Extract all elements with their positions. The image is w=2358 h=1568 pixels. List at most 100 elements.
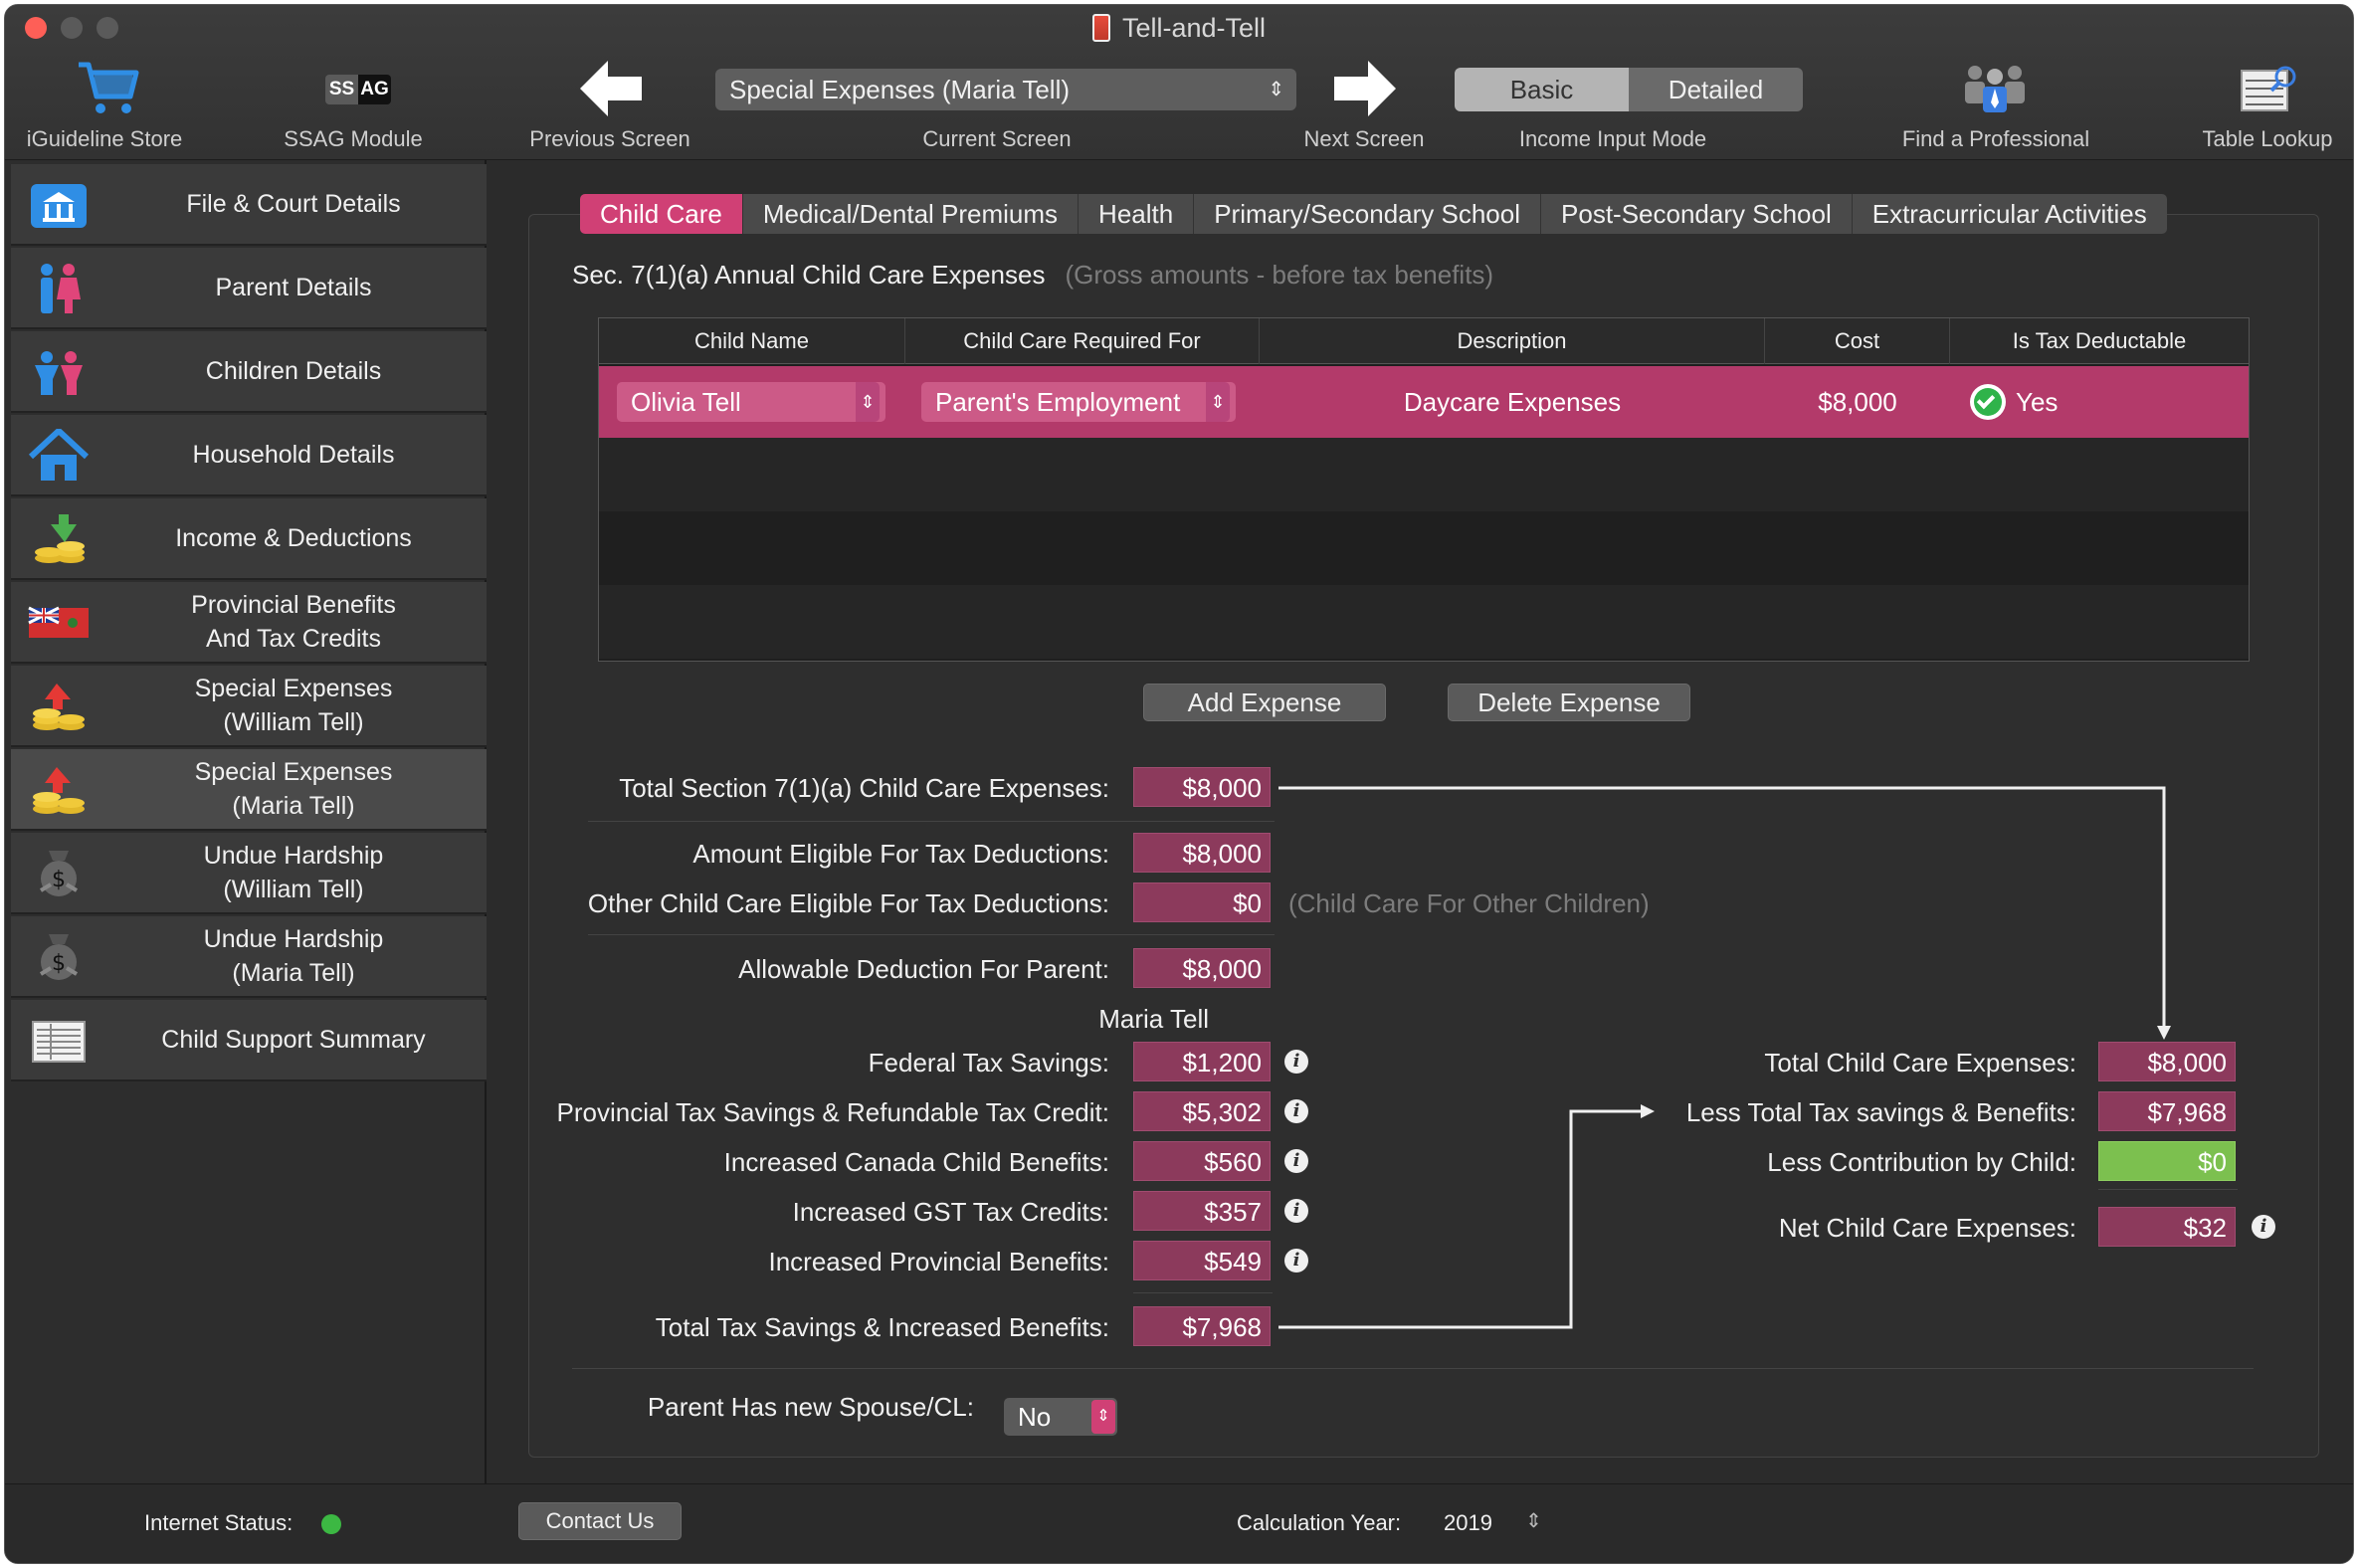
table-row[interactable]	[599, 585, 2249, 659]
other-note: (Child Care For Other Children)	[1288, 888, 1650, 918]
info-icon[interactable]: i	[1284, 1050, 1308, 1074]
sidebar-item-provincial-benefits[interactable]: Provincial Benefits And Tax Credits	[11, 582, 487, 664]
updown-chevron-icon: ⇕	[1525, 1510, 1542, 1532]
sidebar-item-household-details[interactable]: Household Details	[11, 415, 487, 496]
other-value[interactable]: $0	[1133, 882, 1271, 922]
divider	[588, 934, 1275, 935]
table-lookup-icon	[2241, 66, 2296, 111]
courthouse-icon	[31, 184, 87, 228]
section-note: (Gross amounts - before tax benefits)	[1065, 260, 1494, 290]
coins-up-arrow-icon	[33, 767, 85, 814]
sidebar-item-special-expenses-maria[interactable]: Special Expenses (Maria Tell)	[11, 749, 487, 831]
current-screen-label: Current Screen	[922, 126, 1072, 151]
check-circle-icon[interactable]	[1970, 384, 2006, 420]
ssag-icon: SS AG	[325, 75, 391, 104]
tab-health[interactable]: Health	[1079, 194, 1195, 234]
section-title: Sec. 7(1)(a) Annual Child Care Expenses(…	[572, 260, 1494, 290]
delete-expense-button[interactable]: Delete Expense	[1448, 684, 1690, 721]
app-icon	[1091, 14, 1110, 42]
sidebar-item-special-expenses-william[interactable]: Special Expenses (William Tell)	[11, 666, 487, 747]
tab-medical-dental[interactable]: Medical/Dental Premiums	[742, 194, 1080, 234]
sidebar-item-undue-hardship-william[interactable]: $ Undue Hardship (William Tell)	[11, 833, 487, 914]
money-bag-icon: $	[39, 851, 79, 896]
mode-detailed-button[interactable]: Detailed	[1629, 68, 1803, 111]
allowable-label: Allowable Deduction For Parent:	[738, 954, 1109, 984]
net-child-care-value: $32	[2098, 1207, 2236, 1247]
sidebar-item-parent-details[interactable]: Parent Details	[11, 248, 487, 329]
gst-label: Increased GST Tax Credits:	[792, 1197, 1109, 1227]
table-header: Child Name Child Care Required For Descr…	[599, 318, 2249, 364]
cost-cell[interactable]: $8,000	[1765, 366, 1950, 438]
column-child-name[interactable]: Child Name	[599, 318, 905, 364]
less-savings-value: $7,968	[2098, 1091, 2236, 1131]
sidebar: File & Court Details Parent Details Chil…	[5, 160, 487, 1483]
parents-icon	[41, 264, 81, 313]
total-child-care-value: $8,000	[2098, 1042, 2236, 1081]
tax-deductible-cell: Yes	[2016, 387, 2059, 417]
svg-text:$: $	[52, 868, 66, 892]
sidebar-item-income-deductions[interactable]: Income & Deductions	[11, 498, 487, 580]
sidebar-item-children-details[interactable]: Children Details	[11, 331, 487, 413]
column-cost[interactable]: Cost	[1765, 318, 1950, 364]
updown-chevron-icon: ⇕	[856, 382, 880, 422]
find-professional-label: Find a Professional	[1901, 126, 2090, 151]
table-lookup-label: Table Lookup	[2202, 126, 2333, 151]
table-row[interactable]	[599, 438, 2249, 511]
updown-chevron-icon: ⇕	[1268, 79, 1284, 100]
tab-primary-secondary[interactable]: Primary/Secondary School	[1194, 194, 1542, 234]
window-title: Tell-and-Tell	[5, 13, 2353, 44]
table-row[interactable]: Olivia Tell ⇕ Parent's Employment ⇕ Dayc…	[599, 366, 2249, 438]
federal-label: Federal Tax Savings:	[868, 1048, 1109, 1078]
sidebar-item-child-support-summary[interactable]: Child Support Summary	[11, 1000, 487, 1081]
calculation-year-select[interactable]: 2019 ⇕	[1444, 1504, 1553, 1540]
eligible-value: $8,000	[1133, 833, 1271, 873]
info-icon[interactable]: i	[1284, 1249, 1308, 1273]
income-input-mode-toggle: Basic Detailed	[1455, 68, 1803, 111]
other-label: Other Child Care Eligible For Tax Deduct…	[587, 888, 1109, 918]
column-description[interactable]: Description	[1260, 318, 1765, 364]
tab-post-secondary[interactable]: Post-Secondary School	[1541, 194, 1853, 234]
coins-arrow-icon	[35, 514, 85, 563]
iguideline-store-label: iGuideline Store	[26, 126, 183, 151]
provincial-value: $5,302	[1133, 1091, 1271, 1131]
internet-status-indicator	[321, 1514, 341, 1534]
column-required-for[interactable]: Child Care Required For	[905, 318, 1260, 364]
column-tax-deductible[interactable]: Is Tax Deductable	[1950, 318, 2249, 364]
tab-child-care[interactable]: Child Care	[580, 194, 743, 234]
description-cell[interactable]: Daycare Expenses	[1260, 366, 1765, 438]
info-icon[interactable]: i	[2252, 1215, 2275, 1239]
allowable-value: $8,000	[1133, 948, 1271, 988]
tab-extracurricular[interactable]: Extracurricular Activities	[1852, 194, 2167, 234]
total-child-care-label: Total Child Care Expenses:	[1764, 1048, 2076, 1078]
sidebar-item-undue-hardship-maria[interactable]: $ Undue Hardship (Maria Tell)	[11, 916, 487, 998]
divider	[588, 821, 1275, 822]
child-name-select[interactable]: Olivia Tell ⇕	[617, 382, 885, 422]
spouse-label: Parent Has new Spouse/CL:	[647, 1392, 974, 1422]
required-for-select[interactable]: Parent's Employment ⇕	[921, 382, 1236, 422]
add-expense-button[interactable]: Add Expense	[1143, 684, 1386, 721]
contact-us-button[interactable]: Contact Us	[518, 1502, 682, 1540]
children-icon	[35, 351, 83, 395]
net-child-care-label: Net Child Care Expenses:	[1778, 1213, 2076, 1243]
previous-screen-label: Previous Screen	[529, 126, 690, 151]
updown-chevron-icon: ⇕	[1206, 382, 1230, 422]
info-icon[interactable]: i	[1284, 1099, 1308, 1123]
expense-tabs: Child Care Medical/Dental Premiums Healt…	[580, 194, 2167, 234]
money-bag-icon: $	[39, 934, 79, 980]
prov-benefits-value: $549	[1133, 1241, 1271, 1280]
total-section-value: $8,000	[1133, 767, 1271, 807]
svg-text:$: $	[52, 951, 66, 976]
table-row[interactable]	[599, 511, 2249, 585]
current-screen-select[interactable]: Special Expenses (Maria Tell) ⇕	[715, 69, 1296, 110]
divider	[572, 1368, 2254, 1369]
mode-basic-button[interactable]: Basic	[1455, 68, 1629, 111]
sidebar-item-file-court[interactable]: File & Court Details	[11, 164, 487, 246]
parent-name-heading: Maria Tell	[1098, 1004, 1209, 1034]
gst-value: $357	[1133, 1191, 1271, 1231]
less-child-value[interactable]: $0	[2098, 1141, 2236, 1181]
ontario-flag-icon	[28, 606, 89, 638]
spouse-select[interactable]: No ⇕	[1004, 1398, 1117, 1436]
info-icon[interactable]: i	[1284, 1199, 1308, 1223]
info-icon[interactable]: i	[1284, 1149, 1308, 1173]
professionals-icon	[1965, 66, 2025, 112]
